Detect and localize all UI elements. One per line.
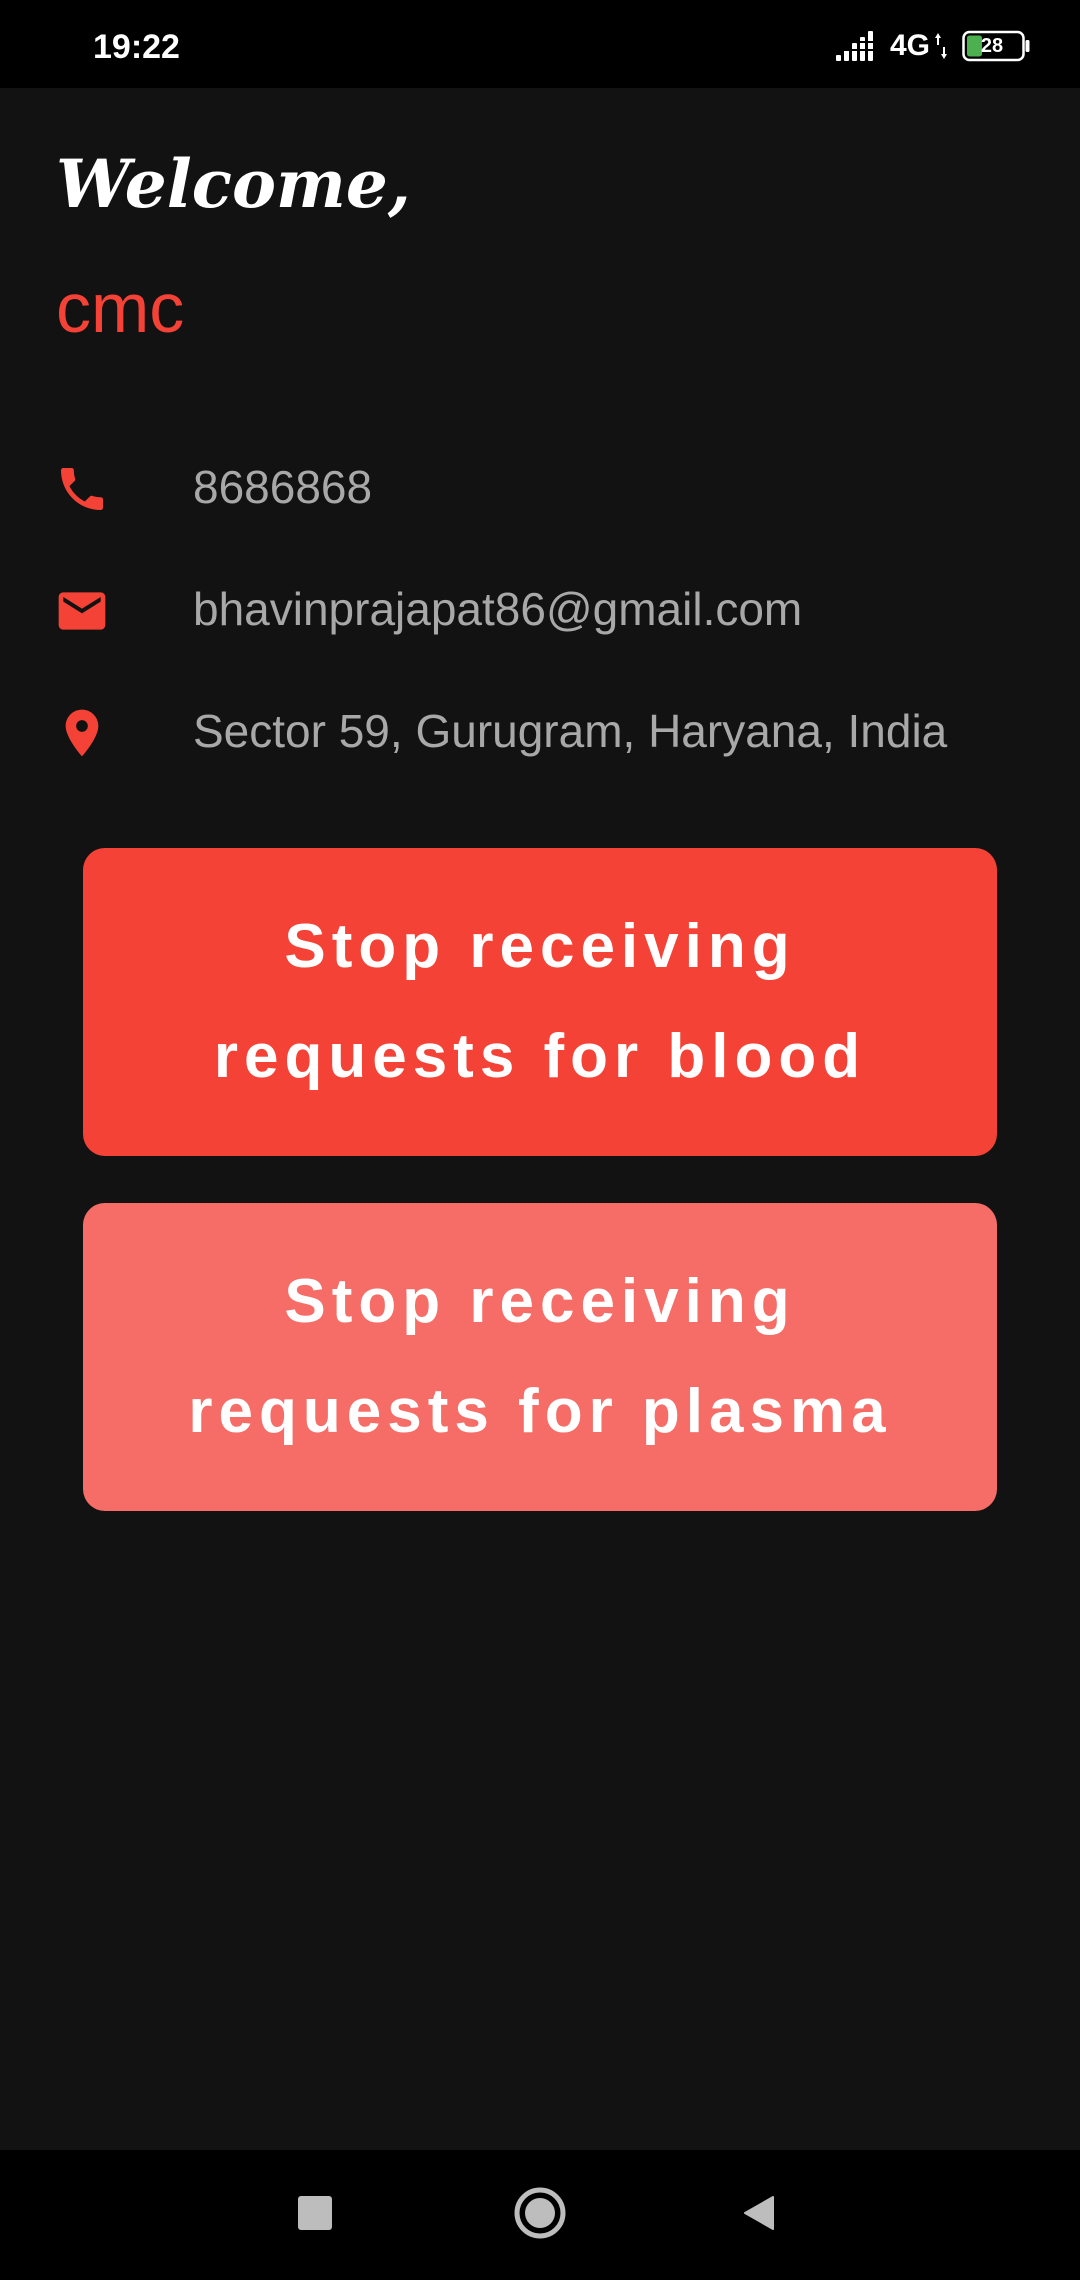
email-icon bbox=[54, 583, 110, 639]
stop-plasma-requests-button[interactable]: Stop receiving requests for plasma bbox=[83, 1203, 997, 1511]
status-icons: 4G 28 bbox=[833, 24, 1032, 68]
back-triangle-icon bbox=[739, 2193, 779, 2238]
recents-square-icon bbox=[295, 2193, 335, 2238]
network-type: 4G bbox=[889, 29, 930, 62]
stop-blood-requests-button[interactable]: Stop receiving requests for blood bbox=[83, 848, 997, 1156]
home-button[interactable] bbox=[503, 2178, 577, 2252]
status-time: 19:22 bbox=[93, 28, 180, 66]
signal-icon bbox=[833, 29, 878, 63]
recents-button[interactable] bbox=[278, 2178, 352, 2252]
welcome-heading: Welcome, bbox=[56, 145, 411, 223]
stop-plasma-requests-label: Stop receiving requests for plasma bbox=[188, 1267, 892, 1446]
user-name: cmc bbox=[56, 269, 185, 347]
email-row: bhavinprajapat86@gmail.com bbox=[0, 569, 1080, 649]
email-address: bhavinprajapat86@gmail.com bbox=[193, 583, 803, 635]
status-bar: 19:22 4G 28 bbox=[0, 0, 1080, 88]
stop-blood-requests-label: Stop receiving requests for blood bbox=[213, 912, 867, 1091]
location-address: Sector 59, Gurugram, Haryana, India bbox=[193, 705, 948, 757]
back-button[interactable] bbox=[722, 2178, 796, 2252]
location-pin-icon bbox=[54, 705, 110, 761]
phone-row: 8686868 bbox=[0, 447, 1080, 527]
location-row: Sector 59, Gurugram, Haryana, India bbox=[0, 691, 1080, 771]
data-arrows-icon bbox=[934, 29, 948, 63]
battery-level: 28 bbox=[980, 35, 1004, 57]
home-circle-icon bbox=[512, 2185, 568, 2246]
battery-icon: 28 bbox=[962, 30, 1032, 62]
profile-screen: Welcome, cmc 8686868 bhavinprajapat86@gm… bbox=[0, 88, 1080, 2150]
system-nav-bar bbox=[0, 2150, 1080, 2280]
phone-icon bbox=[54, 461, 110, 517]
phone-number: 8686868 bbox=[193, 461, 373, 513]
